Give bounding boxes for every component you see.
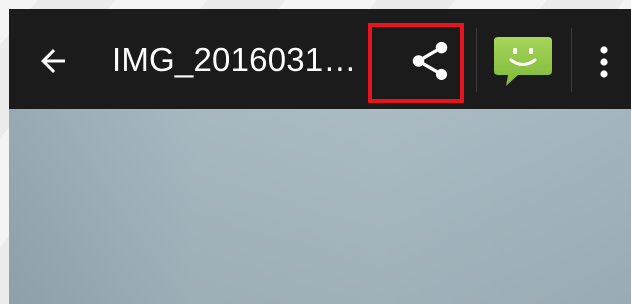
- photo-view[interactable]: [9, 109, 631, 304]
- phone-screen: IMG_2016031…: [9, 9, 631, 304]
- messaging-app-button[interactable]: [475, 27, 571, 95]
- back-button[interactable]: [31, 39, 75, 83]
- share-button[interactable]: [383, 29, 477, 93]
- arrow-left-icon: [41, 49, 65, 73]
- overflow-menu-button[interactable]: [587, 37, 621, 87]
- action-divider: [571, 28, 572, 92]
- screenshot-frame: IMG_2016031…: [0, 0, 631, 304]
- share-icon: [412, 41, 448, 81]
- image-title: IMG_2016031…: [112, 41, 357, 78]
- action-bar: IMG_2016031…: [9, 9, 631, 109]
- more-vert-icon: [600, 46, 608, 78]
- messaging-smiley-icon: [494, 37, 552, 86]
